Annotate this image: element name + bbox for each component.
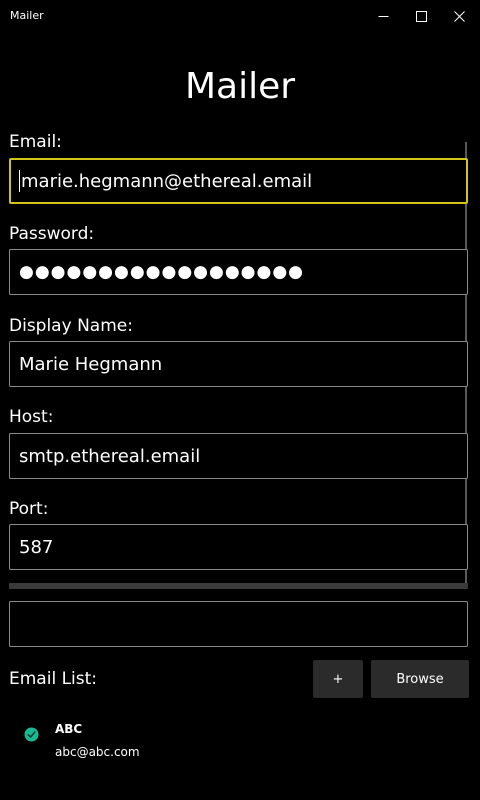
display-name-value: Marie Hegmann (19, 353, 163, 375)
list-item-name: ABC (55, 722, 83, 736)
text-caret (19, 170, 20, 192)
app-window: Mailer Mailer Email: marie.hegmann@ether… (0, 0, 480, 800)
add-email-button[interactable]: + (313, 660, 363, 698)
host-value: smtp.ethereal.email (19, 445, 201, 467)
email-list-input[interactable] (9, 601, 468, 647)
port-field[interactable]: 587 (9, 524, 468, 570)
list-item[interactable]: ABC abc@abc.com (18, 715, 458, 765)
browse-button-label: Browse (396, 671, 444, 687)
close-icon (453, 10, 465, 22)
minimize-button[interactable] (364, 0, 402, 32)
email-value: marie.hegmann@ethereal.email (21, 170, 313, 192)
window-title: Mailer (10, 9, 44, 22)
close-button[interactable] (440, 0, 478, 32)
password-value: ●●●●●●●●●●●●●●●●●● (19, 262, 305, 282)
browse-button[interactable]: Browse (371, 660, 469, 698)
maximize-button[interactable] (402, 0, 440, 32)
maximize-icon (415, 10, 427, 22)
display-name-field[interactable]: Marie Hegmann (9, 341, 468, 387)
check-circle-icon (24, 727, 39, 746)
port-value: 587 (19, 536, 54, 558)
email-list-label: Email List: (9, 669, 98, 689)
host-field[interactable]: smtp.ethereal.email (9, 433, 468, 479)
host-label: Host: (9, 407, 54, 427)
title-bar[interactable]: Mailer (0, 0, 480, 32)
email-field[interactable]: marie.hegmann@ethereal.email (9, 158, 468, 204)
display-name-label: Display Name: (9, 316, 133, 336)
add-email-button-label: + (332, 671, 344, 687)
list-item-email: abc@abc.com (55, 745, 140, 759)
port-label: Port: (9, 499, 49, 519)
password-field[interactable]: ●●●●●●●●●●●●●●●●●● (9, 249, 468, 295)
minimize-icon (378, 15, 388, 17)
page-title: Mailer (184, 66, 296, 107)
email-label: Email: (9, 132, 62, 152)
horizontal-scrollbar[interactable] (9, 583, 468, 589)
password-label: Password: (9, 224, 95, 244)
